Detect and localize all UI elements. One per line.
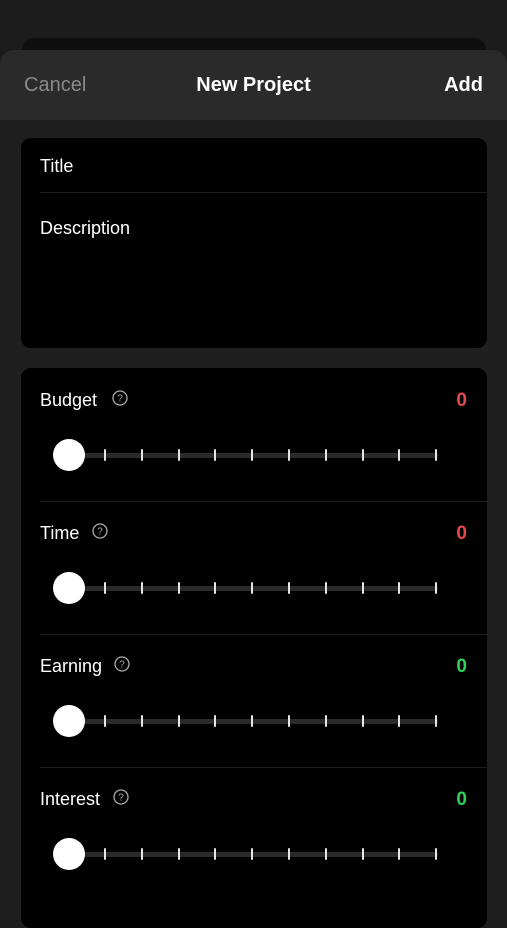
help-icon[interactable]: ?: [92, 523, 108, 539]
text-fields-card: Title Description: [21, 138, 487, 348]
slider-tick: [435, 715, 438, 727]
interest-label: Interest: [40, 789, 101, 809]
svg-text:?: ?: [118, 793, 124, 804]
slider-tick: [361, 848, 364, 860]
slider-tick: [140, 715, 143, 727]
slider-tick: [288, 848, 290, 860]
help-icon[interactable]: ?: [114, 656, 130, 672]
slider-tick: [288, 449, 290, 461]
budget-slider-thumb[interactable]: [53, 439, 85, 471]
description-field[interactable]: Description: [40, 218, 130, 239]
earning-label: Earning: [40, 656, 103, 676]
svg-text:?: ?: [117, 394, 123, 405]
slider-tick: [104, 582, 106, 594]
interest-slider-thumb[interactable]: [53, 838, 85, 870]
budget-value: 0: [456, 390, 467, 411]
slider-tick: [324, 715, 327, 727]
slider-tick: [288, 582, 290, 594]
page-title: New Project: [196, 74, 311, 96]
slider-tick: [177, 848, 180, 860]
help-icon[interactable]: ?: [112, 390, 128, 406]
slider-tick: [104, 715, 106, 727]
time-value: 0: [456, 523, 467, 544]
slider-tick: [435, 449, 438, 461]
slider-tick: [435, 582, 438, 594]
earning-row: Earning ? 0: [21, 634, 487, 767]
slider-tick: [361, 449, 364, 461]
slider-tick: [361, 715, 364, 727]
title-field[interactable]: Title: [40, 156, 73, 177]
slider-tick: [324, 449, 327, 461]
slider-tick: [361, 582, 364, 594]
slider-tick: [288, 715, 290, 727]
budget-row: Budget ? 0: [21, 368, 487, 501]
interest-value: 0: [456, 789, 467, 810]
interest-row: Interest ? 0: [21, 767, 487, 900]
slider-tick: [104, 449, 106, 461]
time-row: Time ? 0: [21, 501, 487, 634]
slider-tick: [140, 449, 143, 461]
sliders-card: Budget ? 0 Time ? 0 Earning ? 0 Interest…: [21, 368, 487, 928]
earning-value: 0: [456, 656, 467, 677]
add-button[interactable]: Add: [444, 74, 483, 97]
divider: [40, 192, 487, 193]
slider-tick: [140, 848, 143, 860]
time-label: Time: [40, 523, 80, 543]
slider-tick: [177, 715, 180, 727]
svg-text:?: ?: [119, 660, 125, 671]
slider-tick: [104, 848, 106, 860]
help-icon[interactable]: ?: [113, 789, 129, 805]
slider-tick: [251, 848, 254, 860]
budget-label: Budget: [40, 390, 98, 410]
slider-tick: [251, 449, 254, 461]
slider-tick: [251, 715, 254, 727]
svg-text:?: ?: [97, 527, 103, 538]
slider-tick: [177, 582, 180, 594]
slider-tick: [140, 582, 143, 594]
time-slider-thumb[interactable]: [53, 572, 85, 604]
slider-tick: [177, 449, 180, 461]
earning-slider-thumb[interactable]: [53, 705, 85, 737]
slider-tick: [324, 848, 327, 860]
slider-tick: [435, 848, 438, 860]
slider-tick: [324, 582, 327, 594]
slider-tick: [251, 582, 254, 594]
